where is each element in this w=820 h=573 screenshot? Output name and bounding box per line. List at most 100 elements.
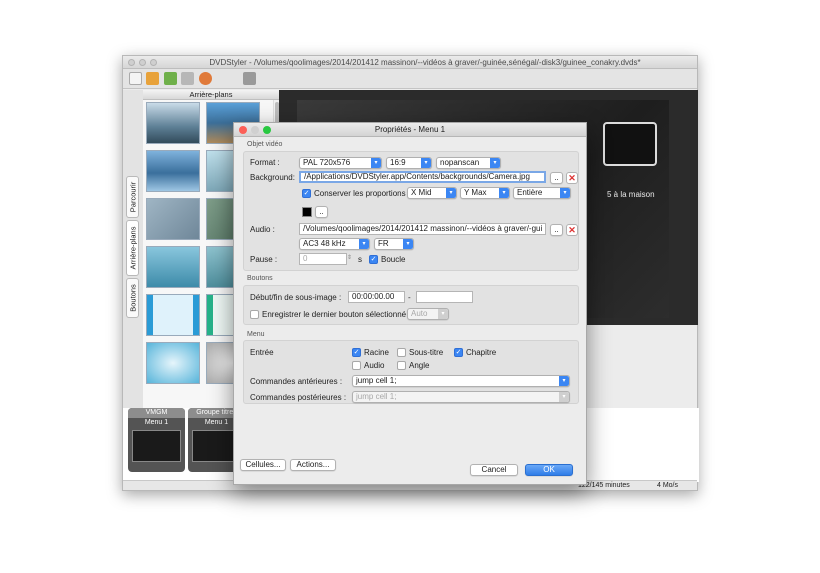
save-last-button-label: Enregistrer le dernier bouton sélectionn… <box>262 310 407 319</box>
pause-unit: s <box>358 255 362 264</box>
audio-label: Audio : <box>250 225 275 234</box>
background-thumbnail[interactable] <box>146 198 200 240</box>
open-folder-icon[interactable] <box>146 72 159 85</box>
add-file-icon[interactable] <box>164 72 177 85</box>
background-thumbnail[interactable] <box>146 150 200 192</box>
save-last-button-checkbox[interactable] <box>250 310 259 319</box>
close-icon[interactable] <box>239 126 247 134</box>
menu-card-header: VMGM <box>128 408 185 418</box>
format-select[interactable]: PAL 720x576 ▾ <box>299 157 382 169</box>
subimage-end-input[interactable] <box>416 291 473 303</box>
loop-checkbox[interactable]: ✓ <box>369 255 378 264</box>
dialog-title: Propriétés - Menu 1 <box>374 125 446 134</box>
audio-clear-button[interactable]: ✕ <box>566 224 578 236</box>
tab-parcourir[interactable]: Parcourir <box>126 176 139 218</box>
audio-language-select[interactable]: FR ▾ <box>374 238 414 250</box>
cells-button[interactable]: Cellules... <box>240 459 286 471</box>
video-group-label: Objet vidéo <box>247 141 283 148</box>
entry-chapter-label: Chapitre <box>466 348 497 357</box>
subimage-separator: - <box>408 293 411 302</box>
chevron-down-icon: ▾ <box>359 239 369 249</box>
scan-select[interactable]: nopanscan ▾ <box>436 157 501 169</box>
chevron-down-icon: ▾ <box>559 392 569 402</box>
pause-label: Pause : <box>250 255 278 264</box>
status-rate: 4 Mo/s <box>657 482 679 489</box>
ok-button[interactable]: OK <box>525 464 573 476</box>
tab-arriere-plans[interactable]: Arrière-plans <box>126 220 139 276</box>
zoom-icon[interactable] <box>150 59 157 66</box>
keep-ratio-label: Conserver les proportions <box>314 189 406 198</box>
close-icon[interactable] <box>128 59 135 66</box>
audio-codec-select[interactable]: AC3 48 kHz ▾ <box>299 238 370 250</box>
minimize-icon[interactable] <box>251 126 259 134</box>
actions-button[interactable]: Actions... <box>290 459 336 471</box>
preview-caption[interactable]: 5 à la maison <box>607 190 655 199</box>
audio-browse-button[interactable]: .. <box>550 224 563 236</box>
background-label: Background: <box>250 173 295 182</box>
dialog-titlebar: Propriétés - Menu 1 <box>234 123 586 137</box>
background-path-input[interactable]: /Applications/DVDStyler.app/Contents/bac… <box>299 171 546 183</box>
zoom-icon[interactable] <box>263 126 271 134</box>
menu-card-label: Menu 1 <box>144 419 169 426</box>
chevron-down-icon: ▾ <box>438 309 448 319</box>
cancel-button[interactable]: Cancel <box>470 464 518 476</box>
x-align-select[interactable]: X Mid ▾ <box>407 187 457 199</box>
y-align-select[interactable]: Y Max ▾ <box>460 187 510 199</box>
post-commands-label: Commandes postérieures : <box>250 393 347 402</box>
aspect-select[interactable]: 16:9 ▾ <box>386 157 432 169</box>
entry-angle-checkbox[interactable] <box>397 361 406 370</box>
background-clear-button[interactable]: ✕ <box>566 172 578 184</box>
side-tabs: Parcourir Arrière-plans Boutons <box>123 90 143 408</box>
chevron-down-icon: ▾ <box>490 158 500 168</box>
menu-card-vmgm[interactable]: VMGM Menu 1 <box>128 408 185 472</box>
entry-subtitle-label: Sous-titre <box>409 348 444 357</box>
entry-subtitle-checkbox[interactable] <box>397 348 406 357</box>
window-title: DVDStyler - /Volumes/qoolimages/2014/201… <box>209 58 641 67</box>
pause-input[interactable]: 0 <box>299 253 347 265</box>
background-browse-button[interactable]: .. <box>550 172 563 184</box>
minimize-icon[interactable] <box>139 59 146 66</box>
pre-commands-combo[interactable]: jump cell 1; ▾ <box>352 375 570 387</box>
chevron-down-icon: ▾ <box>559 376 569 386</box>
new-file-icon[interactable] <box>129 72 142 85</box>
tab-boutons[interactable]: Boutons <box>126 278 139 318</box>
main-titlebar: DVDStyler - /Volumes/qoolimages/2014/201… <box>123 56 697 69</box>
pause-stepper[interactable]: ⇕ <box>347 254 352 261</box>
audio-path-input[interactable]: /Volumes/qoolimages/2014/201412 massinon… <box>299 223 546 235</box>
export-icon[interactable] <box>243 72 256 85</box>
format-label: Format : <box>250 158 280 167</box>
post-commands-combo[interactable]: jump cell 1; ▾ <box>352 391 570 403</box>
entry-root-checkbox[interactable]: ✓ <box>352 348 361 357</box>
background-thumbnail[interactable] <box>146 342 200 384</box>
chevron-down-icon: ▾ <box>403 239 413 249</box>
keep-ratio-checkbox[interactable]: ✓ <box>302 189 311 198</box>
background-thumbnail[interactable] <box>146 294 200 336</box>
fill-mode-select[interactable]: Entière ▾ <box>513 187 571 199</box>
save-last-mode-select[interactable]: Auto ▾ <box>407 308 449 320</box>
chevron-down-icon: ▾ <box>421 158 431 168</box>
subimage-label: Début/fin de sous-image : <box>250 293 342 302</box>
properties-dialog: Propriétés - Menu 1 Objet vidéo Format :… <box>233 122 587 485</box>
entry-angle-label: Angle <box>409 361 430 370</box>
entry-root-label: Racine <box>364 348 389 357</box>
panel-title: Arrière-plans <box>143 90 279 100</box>
menu-card-thumbnail <box>132 430 181 462</box>
background-thumbnail[interactable] <box>146 246 200 288</box>
loop-label: Boucle <box>381 255 406 264</box>
settings-icon[interactable] <box>181 72 194 85</box>
entry-label: Entrée <box>250 348 274 357</box>
entry-audio-label: Audio <box>364 361 385 370</box>
color-browse-button[interactable]: .. <box>315 206 328 218</box>
chevron-down-icon: ▾ <box>371 158 381 168</box>
toolbar <box>123 69 697 89</box>
entry-chapter-checkbox[interactable]: ✓ <box>454 348 463 357</box>
burn-icon[interactable] <box>199 72 212 85</box>
pre-commands-label: Commandes antérieures : <box>250 377 343 386</box>
background-thumbnail[interactable] <box>146 102 200 144</box>
camera-graphic <box>603 122 657 166</box>
chevron-down-icon: ▾ <box>560 188 570 198</box>
subimage-start-input[interactable]: 00:00:00.00 <box>348 291 405 303</box>
background-color-swatch[interactable] <box>302 207 312 217</box>
entry-audio-checkbox[interactable] <box>352 361 361 370</box>
buttons-group: Début/fin de sous-image : 00:00:00.00 - … <box>243 285 579 325</box>
